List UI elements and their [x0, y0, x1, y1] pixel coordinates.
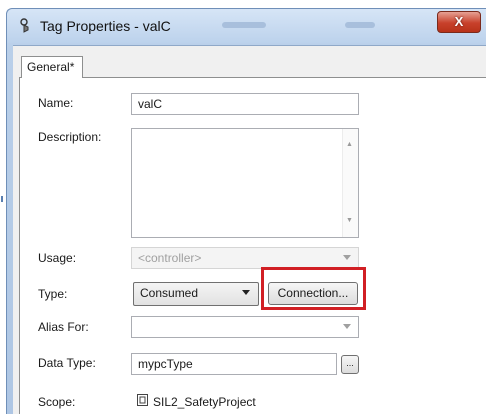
scroll-up-icon[interactable]: ▲ [346, 135, 353, 155]
data-type-label: Data Type: [38, 356, 96, 370]
scroll-down-icon[interactable]: ▼ [346, 211, 353, 231]
description-field[interactable]: ▲ ▼ [131, 128, 359, 238]
close-icon: X [454, 14, 464, 29]
alias-for-select[interactable] [131, 316, 359, 338]
data-type-field[interactable]: mypcType [131, 353, 337, 375]
name-label: Name: [38, 96, 74, 110]
usage-label: Usage: [38, 251, 77, 265]
type-select[interactable]: Consumed [133, 282, 259, 306]
background-text-ghost [345, 22, 375, 28]
type-label: Type: [38, 287, 68, 301]
name-field[interactable]: valC [131, 93, 359, 115]
highlight-box [261, 267, 366, 310]
background-text-ghost [222, 22, 266, 28]
title-bar[interactable]: Tag Properties - valC X [7, 9, 486, 43]
chevron-down-icon [343, 324, 351, 329]
alias-for-label: Alias For: [38, 320, 89, 334]
scope-label: Scope: [38, 395, 76, 409]
description-label: Description: [38, 130, 102, 144]
close-button[interactable]: X [437, 11, 481, 33]
scope-value: SIL2_SafetyProject [153, 395, 256, 409]
background-strip [0, 0, 486, 8]
usage-select: <controller> [131, 247, 359, 269]
tab-general[interactable]: General* [21, 56, 83, 78]
window-title: Tag Properties - valC [40, 18, 171, 34]
background-edge [1, 196, 3, 202]
project-icon [137, 394, 148, 406]
data-type-browse-button[interactable]: ... [341, 355, 359, 374]
chevron-down-icon [242, 290, 250, 295]
tag-icon [20, 18, 29, 33]
chevron-down-icon [343, 255, 351, 260]
description-scrollbar[interactable]: ▲ ▼ [342, 129, 358, 237]
type-value: Consumed [140, 286, 199, 300]
